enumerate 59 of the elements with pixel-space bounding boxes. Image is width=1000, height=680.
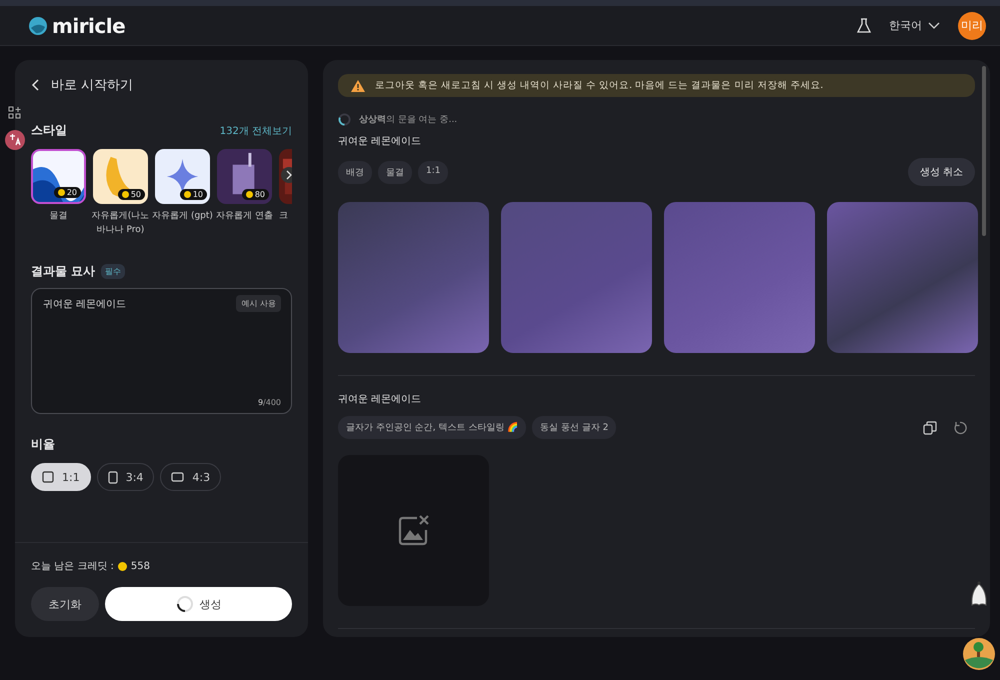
broken-image-icon <box>396 514 430 548</box>
island-avatar-icon[interactable] <box>963 638 995 670</box>
required-badge: 필수 <box>101 264 126 279</box>
cost-badge: 80 <box>242 189 269 200</box>
panel-title: 바로 시작하기 <box>51 77 134 94</box>
style-label: 물결 <box>48 210 68 223</box>
ratio-option[interactable]: 4:3 <box>160 463 222 491</box>
style-label: 자유롭게 (gpt) <box>151 210 214 223</box>
warning-icon <box>351 80 365 92</box>
ratio-option[interactable]: 1:1 <box>31 463 91 491</box>
credits-label: 오늘 남은 크레딧 : <box>31 560 114 573</box>
style-option[interactable]: 10 <box>155 149 210 204</box>
tag-chip: 1:1 <box>418 160 448 184</box>
section-title: 비율 <box>31 436 55 453</box>
loading-spinner-icon <box>338 113 351 126</box>
view-all-link[interactable]: 132개 전체보기 <box>220 124 292 138</box>
ratio-option[interactable]: 3:4 <box>96 463 154 491</box>
style-label: 크 <box>279 210 288 223</box>
landscape-icon <box>171 472 184 482</box>
character-count: 9/400 <box>258 398 281 407</box>
language-selector[interactable]: 한국어 <box>889 18 940 33</box>
cost-badge: 50 <box>118 189 145 200</box>
tag-chip: 글자가 주인공인 순간, 텍스트 스타일링 🌈 <box>338 416 526 439</box>
flask-icon[interactable] <box>857 18 871 34</box>
style-label: 자유롭게 연출 <box>215 210 274 223</box>
style-option[interactable]: 80 <box>217 149 272 204</box>
section-title: 스타일 <box>31 122 67 139</box>
cost-badge: 20 <box>54 187 81 198</box>
chevron-down-icon <box>928 22 940 30</box>
square-icon <box>42 471 54 483</box>
example-button[interactable]: 예시 사용 <box>236 295 281 312</box>
logo-icon <box>28 16 48 36</box>
reset-button[interactable]: 초기화 <box>31 587 99 621</box>
tag-chip: 물결 <box>378 160 412 184</box>
warning-text: 로그아웃 혹은 새로고침 시 생성 내역이 사라질 수 있어요. 마음에 드는 결과물은 미리 저장해 주세요. <box>375 79 824 92</box>
style-option[interactable]: 50 <box>93 149 148 204</box>
apps-icon[interactable] <box>8 106 22 120</box>
translate-icon[interactable] <box>5 130 25 150</box>
style-label: 자유롭게(나노 바나나 Pro) <box>90 210 150 236</box>
style-option[interactable]: 20 <box>31 149 86 204</box>
copy-icon[interactable] <box>923 420 937 434</box>
loading-spinner-icon <box>176 595 194 613</box>
loading-text: 상상력의 문을 여는 중... <box>359 114 458 126</box>
portrait-icon <box>108 470 118 484</box>
cost-badge: 10 <box>180 189 207 200</box>
description-field[interactable]: 귀여운 레몬에이드 예시 사용 9/400 <box>31 288 292 414</box>
coin-icon <box>118 562 127 570</box>
retry-icon[interactable] <box>953 420 967 434</box>
tag-chip: 동실 풍선 글자 2 <box>532 416 616 439</box>
prompt-text: 귀여운 레몬에이드 <box>338 393 422 406</box>
chevron-right-icon <box>286 170 292 180</box>
cancel-button[interactable]: 생성 취소 <box>908 158 975 186</box>
generate-button[interactable]: 생성 <box>105 587 292 621</box>
credits-value: 558 <box>130 560 150 572</box>
logo-text[interactable]: miricle <box>52 14 126 38</box>
back-icon[interactable] <box>31 79 39 91</box>
section-title: 결과물 묘사 <box>31 263 96 280</box>
tag-chip: 배경 <box>338 160 372 184</box>
prompt-text: 귀여운 레몬에이드 <box>338 135 422 148</box>
